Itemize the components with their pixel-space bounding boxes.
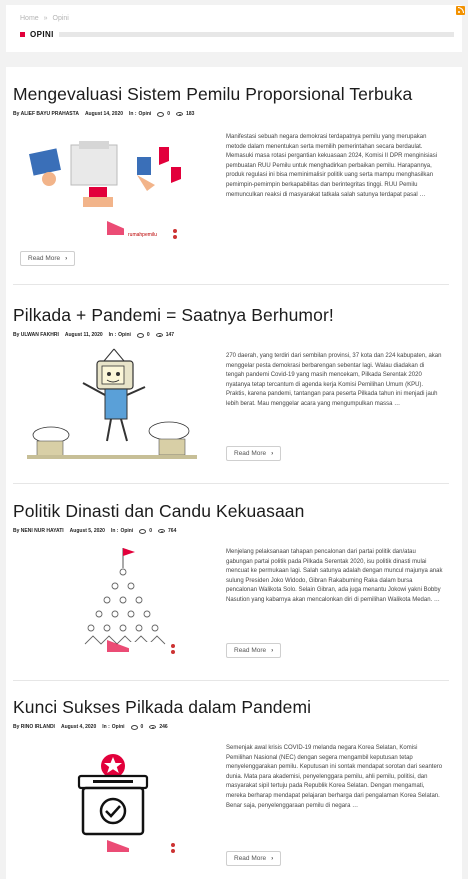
view-count: 246 [159, 724, 168, 730]
article-date: August 14, 2020 [84, 111, 124, 117]
comment-icon [136, 332, 144, 338]
article-author[interactable]: By RINO IRLANDI [13, 724, 55, 730]
article-category-prefix: In : [108, 332, 117, 338]
read-more-button[interactable]: Read More › [20, 251, 76, 266]
breadcrumb-separator: » [43, 15, 48, 22]
article-author[interactable]: By ULWAN FAKHRI [13, 332, 59, 338]
view-count: 147 [165, 332, 175, 338]
article-meta: By ALIEF BAYU PRAHASTA August 14, 2020 I… [13, 111, 449, 117]
chevron-right-icon: › [65, 255, 68, 262]
ballot-box-illustration [19, 736, 206, 856]
comment-icon [139, 528, 147, 534]
human-pyramid-illustration [19, 540, 206, 660]
section-accent-square [20, 32, 25, 37]
article-category-prefix: In : [110, 528, 119, 534]
article-category[interactable]: Opini [112, 724, 125, 730]
article-meta: By ULWAN FAKHRI August 11, 2020 In : Opi… [13, 332, 449, 338]
article-category[interactable]: Opini [120, 528, 133, 534]
eye-icon [176, 112, 184, 116]
breadcrumb: Home » Opini [20, 15, 72, 22]
read-more-label: Read More [234, 450, 267, 457]
article-divider [13, 680, 449, 681]
article-title[interactable]: Kunci Sukses Pilkada dalam Pandemi [13, 697, 449, 717]
read-more-button[interactable]: Read More › [226, 851, 282, 866]
article-author[interactable]: By NENI NUR HAYATI [13, 528, 64, 534]
voting-hands-illustration: rumahpemilu [19, 127, 206, 247]
svg-text:rumahpemilu: rumahpemilu [128, 232, 157, 238]
article-item: Mengevaluasi Sistem Pemilu Proporsional … [13, 84, 449, 117]
comment-count: 0 [140, 724, 144, 730]
comment-icon [157, 111, 165, 117]
chevron-right-icon: › [271, 855, 274, 862]
article-author[interactable]: By ALIEF BAYU PRAHASTA [13, 111, 79, 117]
article-category-prefix: In : [102, 724, 110, 730]
read-more-label: Read More [234, 647, 267, 654]
article-item: Politik Dinasti dan Candu Kekuasaan By N… [13, 501, 449, 534]
article-meta: By NENI NUR HAYATI August 5, 2020 In : O… [13, 528, 449, 534]
article-title[interactable]: Pilkada + Pandemi = Saatnya Berhumor! [13, 305, 449, 325]
read-more-label: Read More [234, 855, 267, 862]
view-count: 183 [186, 111, 195, 117]
article-item: Pilkada + Pandemi = Saatnya Berhumor! By… [13, 305, 449, 338]
section-divider [58, 32, 454, 37]
article-meta: By RINO IRLANDI August 4, 2020 In : Opin… [13, 724, 449, 730]
read-more-button[interactable]: Read More › [226, 643, 282, 658]
view-count: 764 [168, 528, 177, 534]
article-excerpt: Semenjak awal krisis COVID-19 melanda ne… [226, 745, 443, 809]
rss-icon[interactable] [456, 6, 465, 15]
article-thumbnail[interactable] [19, 343, 206, 463]
article-excerpt: Menjelang pelaksanaan tahapan pencalonan… [226, 549, 443, 603]
section-title: OPINI [30, 30, 54, 39]
breadcrumb-home-link[interactable]: Home [20, 15, 39, 22]
section-header: OPINI [20, 30, 454, 39]
article-divider [13, 284, 449, 285]
eye-icon [149, 725, 157, 729]
article-date: August 4, 2020 [60, 724, 97, 730]
article-thumbnail[interactable] [19, 736, 206, 856]
article-category[interactable]: Opini [139, 111, 152, 117]
article-thumbnail[interactable]: rumahpemilu [19, 127, 206, 247]
comment-count: 0 [146, 332, 150, 338]
read-more-button[interactable]: Read More › [226, 446, 282, 461]
article-title[interactable]: Mengevaluasi Sistem Pemilu Proporsional … [13, 84, 449, 104]
article-date: August 5, 2020 [69, 528, 105, 534]
article-category-prefix: In : [129, 111, 137, 117]
comment-count: 0 [149, 528, 153, 534]
eye-icon [158, 529, 166, 533]
article-thumbnail[interactable] [19, 540, 206, 660]
eye-icon [155, 333, 163, 337]
article-title[interactable]: Politik Dinasti dan Candu Kekuasaan [13, 501, 449, 521]
comment-icon [130, 724, 138, 730]
article-excerpt: 270 daerah, yang terdiri dari sembilan p… [226, 353, 442, 407]
article-date: August 11, 2020 [64, 332, 103, 338]
read-more-label: Read More [28, 255, 61, 262]
breadcrumb-current: Opini [52, 15, 69, 22]
article-item: Kunci Sukses Pilkada dalam Pandemi By RI… [13, 697, 449, 730]
chevron-right-icon: › [271, 450, 274, 457]
article-category[interactable]: Opini [118, 332, 131, 338]
article-divider [13, 483, 449, 484]
breadcrumb-panel: Home » Opini OPINI [6, 5, 462, 52]
article-excerpt: Manifestasi sebuah negara demokrasi terd… [226, 134, 438, 198]
chevron-right-icon: › [271, 647, 274, 654]
comment-count: 0 [167, 111, 171, 117]
tv-head-cartoon-illustration [19, 343, 206, 463]
